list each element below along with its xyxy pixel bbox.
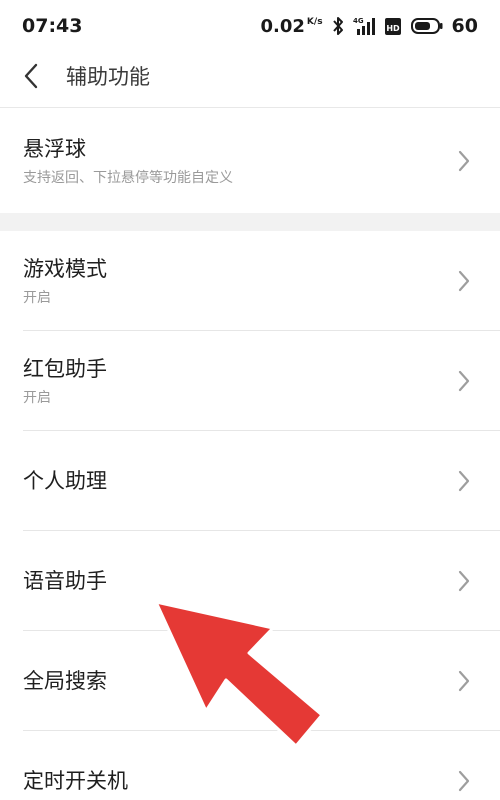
signal-icon: 4G bbox=[353, 16, 375, 36]
settings-item-title: 红包助手 bbox=[23, 357, 107, 381]
back-button[interactable] bbox=[0, 52, 62, 100]
chevron-right-icon bbox=[458, 270, 470, 292]
settings-item-title: 个人助理 bbox=[23, 469, 107, 493]
settings-item-global-search[interactable]: 全局搜索 bbox=[0, 631, 500, 731]
settings-item-game-mode[interactable]: 游戏模式 开启 bbox=[0, 231, 500, 331]
chevron-right-icon bbox=[458, 770, 470, 792]
settings-item-floating-ball[interactable]: 悬浮球 支持返回、下拉悬停等功能自定义 bbox=[0, 108, 500, 213]
nav-bar: 辅助功能 bbox=[0, 52, 500, 100]
bluetooth-icon bbox=[332, 16, 344, 36]
battery-percent: 60 bbox=[451, 15, 478, 37]
chevron-right-icon bbox=[458, 470, 470, 492]
settings-item-scheduled-power[interactable]: 定时开关机 bbox=[0, 731, 500, 800]
settings-item-voice-assistant[interactable]: 语音助手 bbox=[0, 531, 500, 631]
settings-item-title: 定时开关机 bbox=[23, 769, 128, 793]
battery-icon bbox=[410, 17, 443, 35]
settings-item-red-packet-assistant[interactable]: 红包助手 开启 bbox=[0, 331, 500, 431]
settings-item-subtitle: 开启 bbox=[23, 390, 51, 406]
settings-item-subtitle: 开启 bbox=[23, 290, 51, 306]
settings-item-title: 语音助手 bbox=[23, 569, 107, 593]
status-time: 07:43 bbox=[22, 15, 83, 37]
settings-item-title: 悬浮球 bbox=[23, 136, 86, 161]
chevron-left-icon bbox=[23, 62, 39, 90]
network-speed: 0.02 K/s bbox=[261, 16, 323, 37]
settings-item-personal-assistant[interactable]: 个人助理 bbox=[0, 431, 500, 531]
settings-item-title: 全局搜索 bbox=[23, 669, 107, 693]
network-speed-unit: K/s bbox=[306, 16, 323, 27]
section-gap bbox=[0, 213, 500, 231]
signal-4g-label: 4G bbox=[353, 17, 364, 25]
hd-label: HD bbox=[386, 24, 400, 33]
settings-item-title: 游戏模式 bbox=[23, 257, 107, 281]
page-title: 辅助功能 bbox=[66, 65, 150, 89]
network-speed-value: 0.02 bbox=[260, 15, 305, 37]
chevron-right-icon bbox=[458, 370, 470, 392]
chevron-right-icon bbox=[458, 670, 470, 692]
chevron-right-icon bbox=[458, 150, 470, 172]
status-icons: 0.02 K/s 4G HD 60 bbox=[261, 15, 479, 37]
settings-item-subtitle: 支持返回、下拉悬停等功能自定义 bbox=[23, 169, 233, 186]
chevron-right-icon bbox=[458, 570, 470, 592]
status-bar: 07:43 0.02 K/s 4G HD 60 bbox=[0, 0, 500, 52]
hd-icon: HD bbox=[384, 16, 402, 36]
